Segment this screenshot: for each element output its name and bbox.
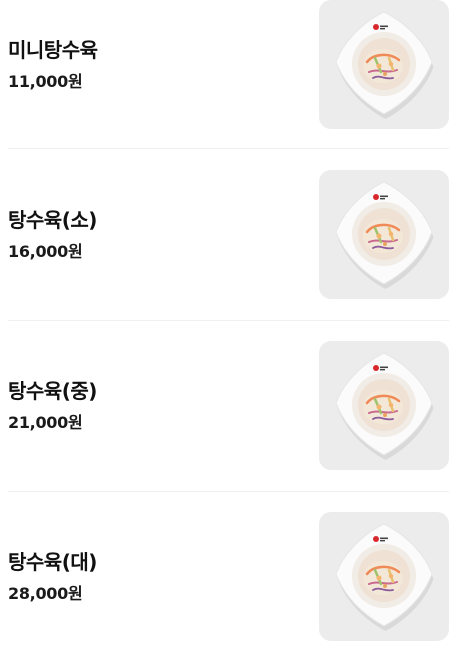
divider (8, 320, 449, 321)
menu-item-tangsuyuk-medium[interactable]: 탕수육(중) 21,000원 (8, 341, 449, 471)
divider (8, 491, 449, 492)
menu-item-info: 탕수육(소) 16,000원 (8, 170, 308, 300)
menu-item-mini-tangsuyuk[interactable]: 미니탕수육 11,000원 (8, 0, 449, 130)
divider (8, 148, 449, 149)
menu-item-info: 탕수육(대) 28,000원 (8, 512, 308, 642)
menu-item-image[interactable] (319, 341, 449, 470)
menu-item-image[interactable] (319, 0, 449, 129)
menu-item-price: 16,000원 (8, 242, 83, 261)
menu-item-tangsuyuk-large[interactable]: 탕수육(대) 28,000원 (8, 512, 449, 642)
menu-item-name: 탕수육(대) (8, 550, 97, 574)
menu-item-name: 탕수육(중) (8, 379, 97, 403)
menu-list: 미니탕수육 11,000원 탕수육(소) 16,000원 탕수육(중) 21,0… (0, 0, 462, 650)
menu-item-name: 탕수육(소) (8, 208, 97, 232)
menu-item-price: 11,000원 (8, 72, 83, 91)
menu-item-price: 28,000원 (8, 584, 83, 603)
menu-item-info: 미니탕수육 11,000원 (8, 0, 308, 130)
menu-item-price: 21,000원 (8, 413, 83, 432)
food-plate-icon (319, 0, 449, 129)
menu-item-image[interactable] (319, 512, 449, 641)
food-plate-icon (319, 170, 449, 299)
menu-item-name: 미니탕수육 (8, 38, 98, 62)
menu-item-image[interactable] (319, 170, 449, 299)
menu-item-tangsuyuk-small[interactable]: 탕수육(소) 16,000원 (8, 170, 449, 300)
food-plate-icon (319, 341, 449, 470)
menu-item-info: 탕수육(중) 21,000원 (8, 341, 308, 471)
food-plate-icon (319, 512, 449, 641)
